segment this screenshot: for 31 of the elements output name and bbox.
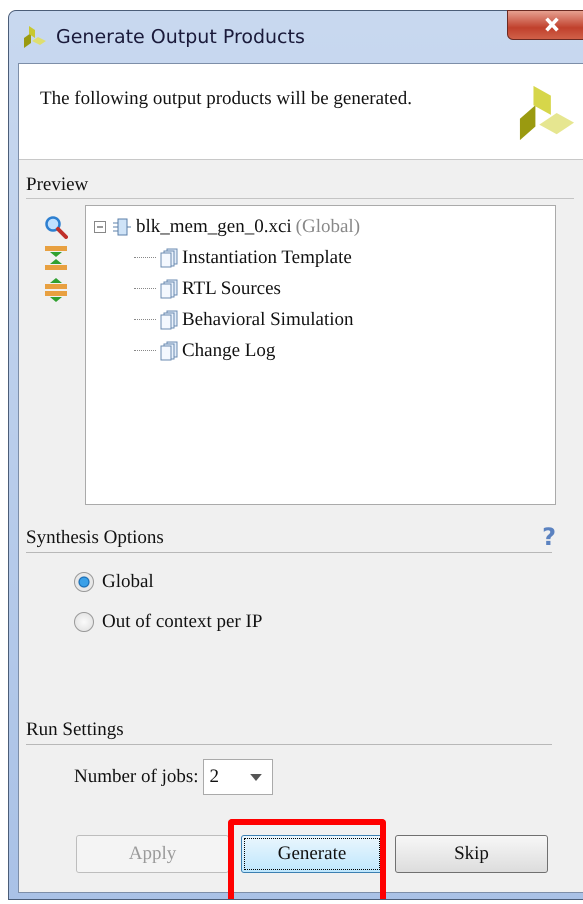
section-label: Preview xyxy=(26,174,90,196)
collapse-toggle-icon[interactable] xyxy=(94,220,106,232)
logo-icon xyxy=(518,84,576,142)
tree-item[interactable]: Behavioral Simulation xyxy=(182,308,354,330)
expand-all-icon[interactable] xyxy=(44,277,68,303)
tree-item[interactable]: Instantiation Template xyxy=(182,246,352,268)
caret-icon xyxy=(250,774,262,780)
jobs-dropdown[interactable]: 2 xyxy=(202,759,273,795)
window-title: Generate Output Products xyxy=(56,26,305,48)
radio-option[interactable]: Global xyxy=(74,571,582,593)
header-message: The following output products will be generated. xyxy=(40,88,412,111)
close-button[interactable] xyxy=(507,10,583,40)
dialog-button[interactable]: Generate xyxy=(241,835,383,873)
section-label: Synthesis Options xyxy=(26,527,164,549)
tree-item[interactable]: Change Log xyxy=(182,340,276,362)
jobs-label: Number of jobs: xyxy=(74,766,199,788)
search-icon[interactable] xyxy=(44,215,68,239)
document-icon xyxy=(159,310,179,330)
radio-button[interactable] xyxy=(74,572,94,592)
document-icon xyxy=(159,278,179,298)
tree-item-note: (Global) xyxy=(296,216,360,238)
document-icon xyxy=(159,340,179,360)
tree-item[interactable]: RTL Sources xyxy=(182,278,281,300)
collapse-all-icon[interactable] xyxy=(44,245,68,271)
tree-item[interactable]: blk_mem_gen_0.xci xyxy=(136,216,292,238)
radio-option[interactable]: Out of context per IP xyxy=(74,611,582,633)
chip-icon xyxy=(112,216,132,236)
document-icon xyxy=(159,248,179,268)
dialog-button[interactable]: Skip xyxy=(395,835,548,873)
section-label: Run Settings xyxy=(26,719,124,741)
radio-button[interactable] xyxy=(74,612,94,632)
